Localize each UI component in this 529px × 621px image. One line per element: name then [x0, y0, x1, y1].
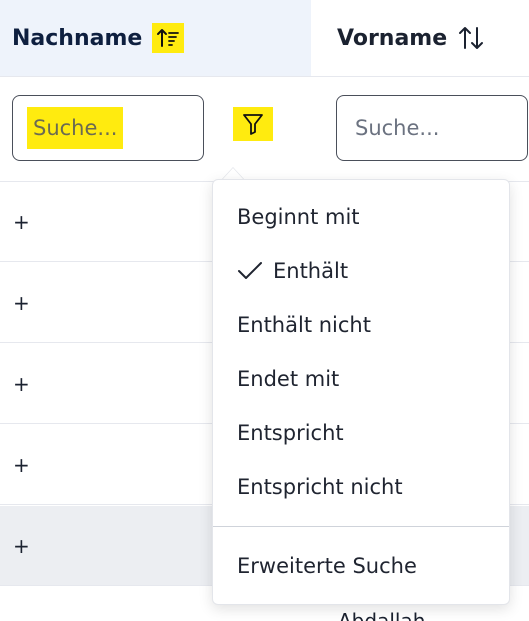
menu-item-label: Endet mit: [237, 367, 340, 391]
menu-item-label: Beginnt mit: [237, 205, 360, 229]
expand-row-button[interactable]: +: [13, 372, 30, 396]
column-title-nachname: Nachname: [12, 25, 143, 51]
menu-item-label: Erweiterte Suche: [237, 554, 417, 578]
partial-cell-text: Abdallah: [338, 609, 426, 621]
menu-item-entspricht[interactable]: Entspricht: [213, 406, 511, 460]
nachname-search-input[interactable]: Suche...: [12, 95, 204, 161]
vorname-search-input[interactable]: Suche...: [336, 95, 528, 161]
menu-item-label: Entspricht nicht: [237, 475, 403, 499]
nachname-search-placeholder: Suche...: [27, 107, 124, 149]
menu-item-label: Entspricht: [237, 421, 344, 445]
menu-item-beginnt-mit[interactable]: Beginnt mit: [213, 190, 511, 244]
filter-menu: Beginnt mit Enthält Enthält nicht Endet …: [212, 179, 510, 605]
menu-item-label: Enthält nicht: [237, 313, 371, 337]
filter-row: Suche... Suche...: [0, 77, 529, 181]
menu-item-entspricht-nicht[interactable]: Entspricht nicht: [213, 460, 511, 514]
expand-row-button[interactable]: +: [13, 291, 30, 315]
vorname-search-placeholder: Suche...: [355, 116, 440, 140]
expand-row-button[interactable]: +: [13, 453, 30, 477]
menu-item-enthaelt[interactable]: Enthält: [213, 244, 511, 298]
expand-row-button[interactable]: +: [13, 534, 30, 558]
sort-ascending-icon[interactable]: [152, 23, 185, 53]
column-title-vorname: Vorname: [337, 25, 448, 51]
filter-icon[interactable]: [233, 107, 273, 141]
check-icon: [237, 261, 263, 281]
menu-item-erweiterte-suche[interactable]: Erweiterte Suche: [213, 539, 511, 593]
table-header: Nachname Vorname: [0, 0, 529, 76]
sort-both-icon[interactable]: [457, 25, 485, 51]
column-header-vorname[interactable]: Vorname: [311, 0, 529, 76]
column-header-nachname[interactable]: Nachname: [0, 0, 311, 76]
menu-item-label: Enthält: [273, 259, 349, 283]
menu-item-enthaelt-nicht[interactable]: Enthält nicht: [213, 298, 511, 352]
expand-row-button[interactable]: +: [13, 210, 30, 234]
menu-item-endet-mit[interactable]: Endet mit: [213, 352, 511, 406]
menu-divider: [213, 526, 509, 527]
